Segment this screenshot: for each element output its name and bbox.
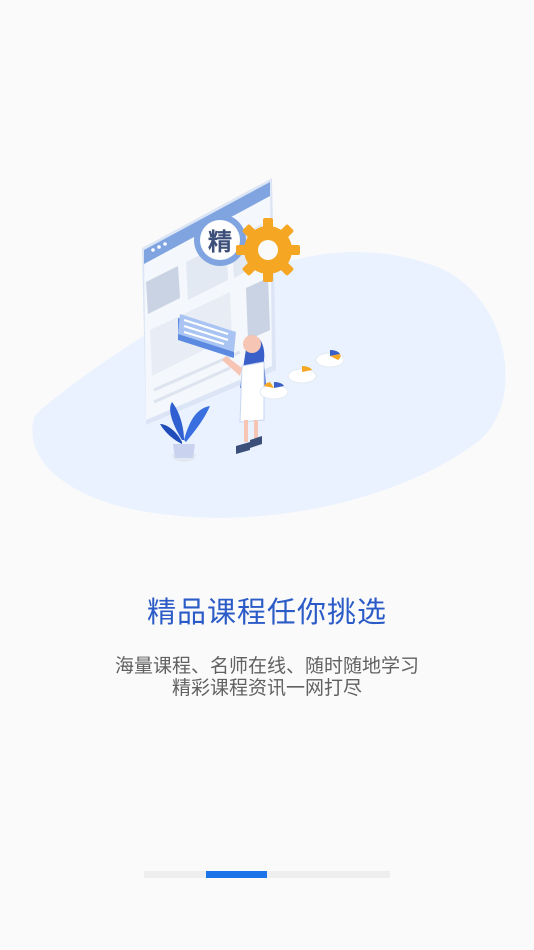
- onboarding-illustration: 精: [32, 178, 506, 518]
- gear-icon: [236, 218, 300, 282]
- page-indicator-active: [205, 871, 267, 878]
- page-indicator: [144, 871, 390, 878]
- headline: 精品课程任你挑选: [146, 595, 387, 629]
- description-line-2: 精彩课程资讯一网打尽: [171, 677, 362, 699]
- course-badge: 精: [194, 214, 246, 266]
- description-line-1: 海量课程、名师在线、随时随地学习: [114, 655, 419, 677]
- description: 海量课程、名师在线、随时随地学习 精彩课程资讯一网打尽: [0, 655, 534, 699]
- badge-char: 精: [208, 228, 232, 256]
